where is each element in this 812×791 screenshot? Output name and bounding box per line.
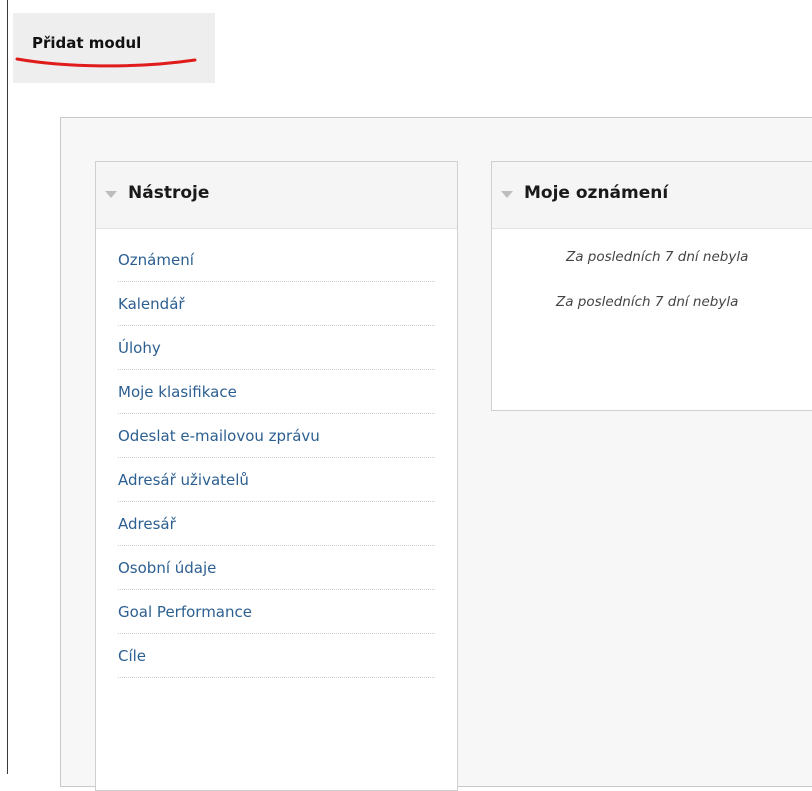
tool-link-goal-performance[interactable]: Goal Performance (118, 603, 252, 621)
tool-link-goals[interactable]: Cíle (118, 647, 146, 665)
list-item: Cíle (118, 634, 435, 678)
list-item: Odeslat e-mailovou zprávu (118, 414, 435, 458)
announcement-empty-message: Za posledních 7 dní nebyla (556, 294, 739, 310)
my-announcements-module: Moje oznámení Za posledních 7 dní nebyla… (491, 161, 812, 411)
window-left-border (7, 0, 8, 774)
tool-link-address-book[interactable]: Adresář (118, 515, 176, 533)
tools-module-header[interactable]: Nástroje (96, 162, 457, 229)
list-item: Moje klasifikace (118, 370, 435, 414)
tools-module-title: Nástroje (128, 183, 210, 203)
tools-list-spacer (96, 229, 457, 238)
list-item: Osobní údaje (118, 546, 435, 590)
announcement-empty-message: Za posledních 7 dní nebyla (566, 249, 749, 265)
red-underline-annotation (15, 57, 197, 68)
my-announcements-module-header[interactable]: Moje oznámení (492, 162, 812, 229)
list-item: Oznámení (118, 238, 435, 282)
tools-module: Nástroje Oznámení Kalendář Úlohy Moje kl… (95, 161, 458, 791)
tool-link-my-grades[interactable]: Moje klasifikace (118, 383, 237, 401)
tool-link-announcements[interactable]: Oznámení (118, 251, 194, 269)
list-item: Goal Performance (118, 590, 435, 634)
tool-link-user-directory[interactable]: Adresář uživatelů (118, 471, 249, 489)
list-item: Úlohy (118, 326, 435, 370)
list-item: Kalendář (118, 282, 435, 326)
tool-link-tasks[interactable]: Úlohy (118, 339, 161, 357)
my-announcements-module-title: Moje oznámení (524, 183, 669, 203)
list-item: Adresář uživatelů (118, 458, 435, 502)
list-item: Adresář (118, 502, 435, 546)
red-underline-stroke (15, 57, 197, 68)
tools-list: Oznámení Kalendář Úlohy Moje klasifikace… (96, 238, 457, 678)
tool-link-send-email[interactable]: Odeslat e-mailovou zprávu (118, 427, 320, 445)
tool-link-personal-info[interactable]: Osobní údaje (118, 559, 216, 577)
triangle-down-icon[interactable] (501, 191, 513, 198)
triangle-down-icon[interactable] (105, 191, 117, 198)
tool-link-calendar[interactable]: Kalendář (118, 295, 185, 313)
add-module-button[interactable]: Přidat modul (32, 34, 141, 52)
